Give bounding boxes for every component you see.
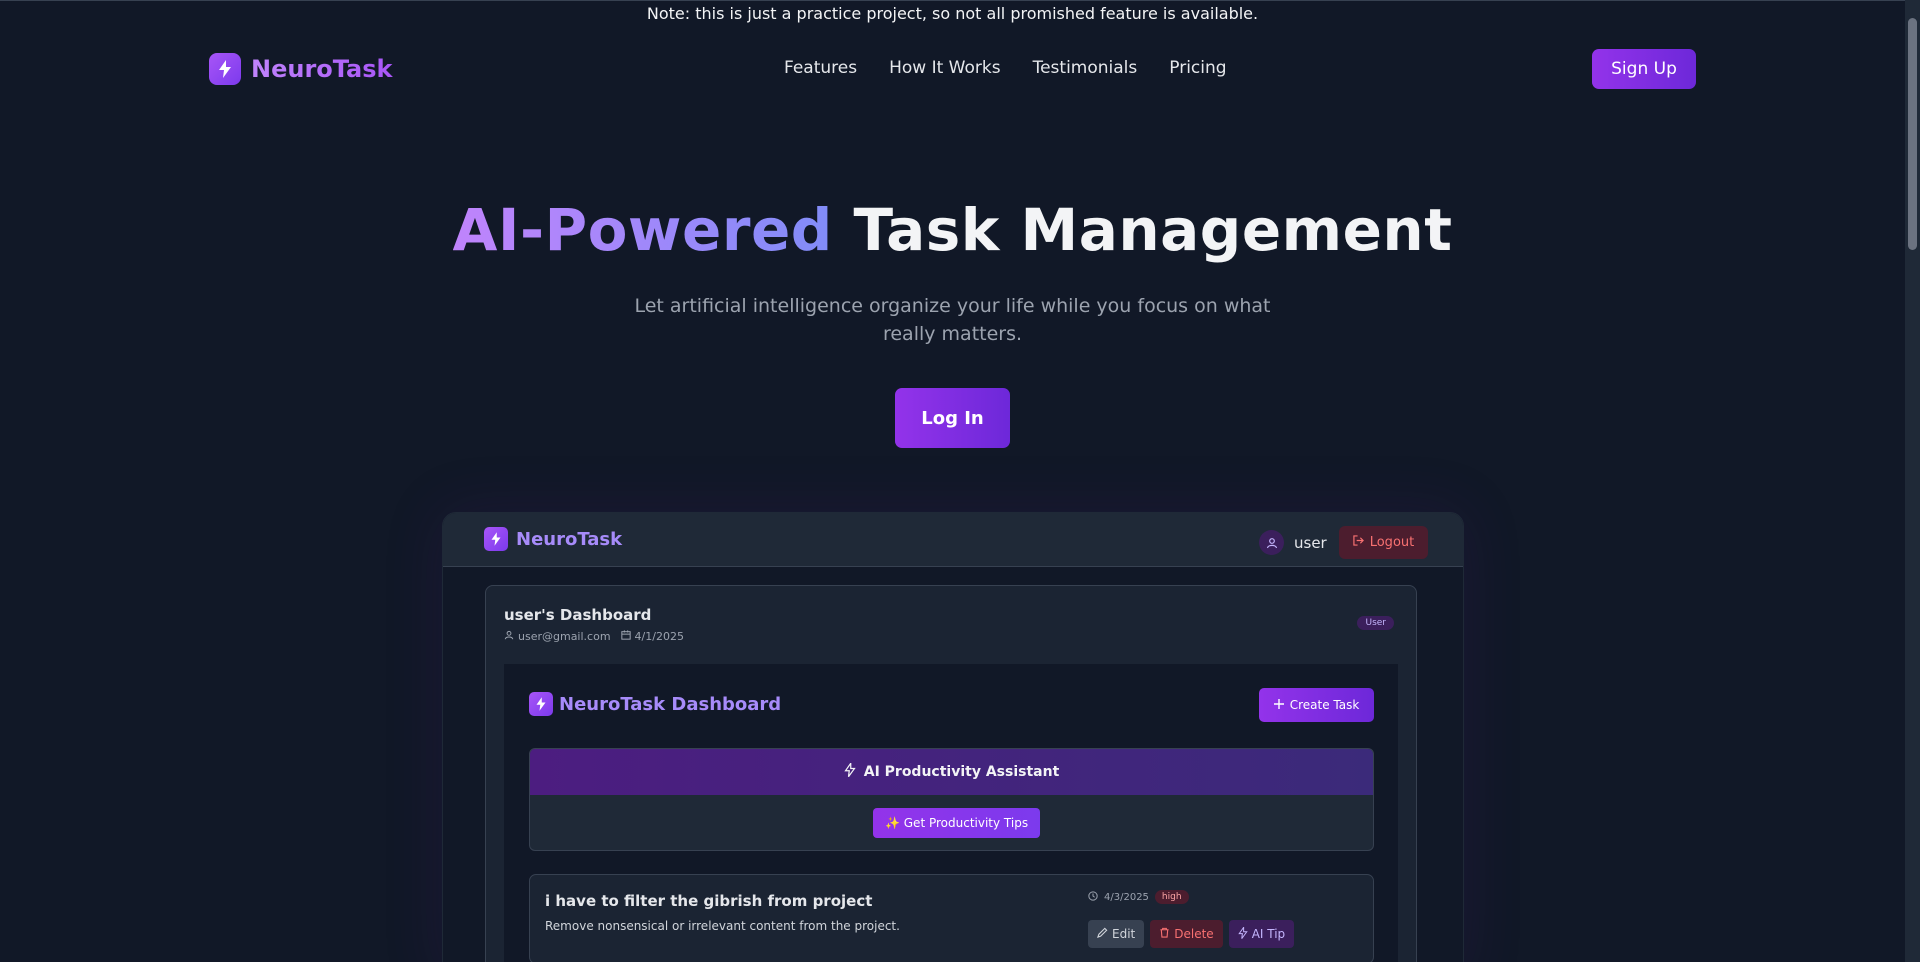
edit-label: Edit — [1112, 927, 1136, 941]
edit-task-button[interactable]: Edit — [1088, 920, 1145, 948]
priority-badge: high — [1154, 890, 1189, 904]
user-email: user@gmail.com — [518, 630, 611, 643]
nav-link-testimonials[interactable]: Testimonials — [1033, 58, 1138, 78]
email-meta: user@gmail.com — [504, 630, 611, 643]
nav-link-features[interactable]: Features — [784, 58, 857, 78]
dashboard-preview: NeuroTask user Logout user's Dashboard u… — [442, 512, 1464, 962]
preview-brand[interactable]: NeuroTask — [484, 527, 622, 551]
join-date: 4/1/2025 — [634, 630, 684, 643]
clock-icon — [1088, 890, 1098, 904]
dashboard-card: user's Dashboard user@gmail.com 4/1/2025… — [485, 585, 1417, 962]
delete-task-button[interactable]: Delete — [1150, 920, 1223, 948]
lightning-icon — [209, 53, 241, 85]
signup-button[interactable]: Sign Up — [1592, 49, 1696, 89]
logout-label: Logout — [1369, 535, 1415, 550]
brand-name: NeuroTask — [251, 55, 393, 83]
hero-title: AI-Powered Task Management — [0, 196, 1905, 264]
inner-dashboard-title: NeuroTask Dashboard — [559, 693, 782, 715]
user-icon — [1259, 530, 1284, 555]
dashboard-meta: user@gmail.com 4/1/2025 — [504, 630, 684, 643]
pencil-icon — [1097, 927, 1108, 941]
preview-brand-name: NeuroTask — [516, 528, 623, 550]
task-actions: Edit Delete AI Tip — [1088, 920, 1295, 948]
task-meta: 4/3/2025 high — [1088, 890, 1189, 904]
create-task-label: Create Task — [1289, 698, 1360, 712]
hero-title-highlight: AI-Powered — [452, 196, 833, 264]
delete-label: Delete — [1174, 927, 1214, 941]
scrollbar-thumb[interactable] — [1908, 18, 1917, 250]
inner-dashboard-brand: NeuroTask Dashboard — [529, 692, 781, 716]
create-task-button[interactable]: Create Task — [1259, 688, 1374, 722]
page-scrollbar[interactable] — [1905, 0, 1920, 962]
logout-button[interactable]: Logout — [1338, 526, 1429, 559]
task-card: i have to filter the gibrish from projec… — [529, 874, 1374, 962]
dashboard-title: user's Dashboard — [504, 606, 652, 624]
productivity-tips-button[interactable]: ✨ Get Productivity Tips — [873, 808, 1041, 838]
preview-user-area: user Logout — [1259, 526, 1429, 559]
ai-tip-button[interactable]: AI Tip — [1228, 920, 1295, 948]
practice-notice: Note: this is just a practice project, s… — [0, 0, 1905, 26]
login-button[interactable]: Log In — [895, 388, 1010, 448]
preview-username: user — [1294, 533, 1327, 552]
date-meta: 4/1/2025 — [620, 630, 684, 643]
task-title: i have to filter the gibrish from projec… — [545, 892, 873, 910]
lightning-icon — [529, 692, 553, 716]
inner-dashboard: NeuroTask Dashboard Create Task AI Produ… — [504, 664, 1398, 962]
lightning-outline-icon — [844, 761, 856, 781]
task-description: Remove nonsensical or irrelevant content… — [545, 919, 900, 933]
brand[interactable]: NeuroTask — [209, 53, 393, 85]
role-badge: User — [1357, 616, 1394, 630]
user-icon — [504, 630, 514, 643]
task-due-date: 4/3/2025 — [1104, 891, 1149, 903]
calendar-icon — [620, 630, 631, 643]
nav-link-how-it-works[interactable]: How It Works — [889, 58, 1000, 78]
lightning-outline-icon — [1237, 925, 1248, 942]
plus-icon — [1273, 698, 1284, 712]
preview-header: NeuroTask user Logout — [443, 513, 1463, 567]
ai-tip-label: AI Tip — [1251, 927, 1286, 941]
hero-subtitle: Let artificial intelligence organize you… — [634, 295, 1271, 345]
ai-assistant-title: AI Productivity Assistant — [863, 764, 1060, 780]
logout-icon — [1353, 535, 1364, 550]
hero-title-rest: Task Management — [832, 196, 1453, 264]
nav-link-pricing[interactable]: Pricing — [1169, 58, 1226, 78]
lightning-icon — [484, 527, 508, 551]
nav-links: Features How It Works Testimonials Prici… — [784, 58, 1227, 78]
trash-icon — [1159, 927, 1170, 941]
ai-assistant-header: AI Productivity Assistant — [530, 749, 1373, 795]
top-navigation: NeuroTask Features How It Works Testimon… — [0, 46, 1905, 92]
ai-assistant-panel: AI Productivity Assistant ✨ Get Producti… — [529, 748, 1374, 851]
